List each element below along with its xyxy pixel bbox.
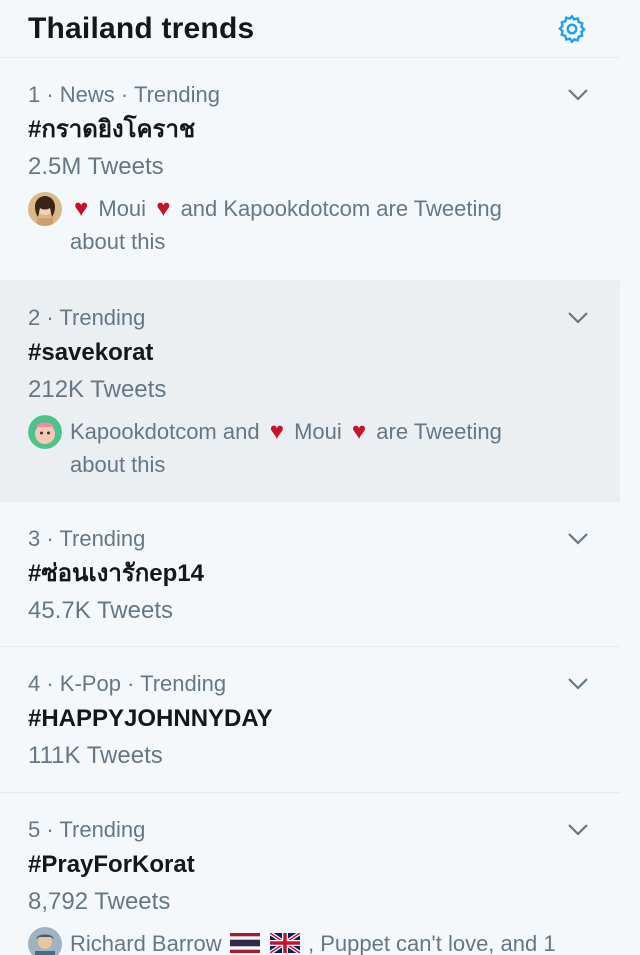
- trend-meta: 5 · Trending: [28, 817, 146, 842]
- heart-icon: ♥: [269, 418, 284, 445]
- trend-tweet-count: 8,792 Tweets: [28, 888, 171, 915]
- trend-social-context: Richard Barrow , Puppet can't love, and …: [28, 927, 590, 955]
- trends-title: Thailand trends: [28, 11, 255, 45]
- trend-name: #PrayForKorat: [28, 851, 195, 878]
- chevron-down-icon[interactable]: [566, 309, 590, 327]
- trend-meta: 3 · Trending: [28, 526, 146, 551]
- trend-social-context: ♥ Moui ♥ and Kapookdotcom are Tweeting a…: [28, 192, 590, 258]
- trend-tweet-count: 212K Tweets: [28, 376, 167, 403]
- chevron-down-icon[interactable]: [566, 530, 590, 548]
- trend-social-context: Kapookdotcom and ♥ Moui ♥ are Tweeting a…: [28, 415, 590, 481]
- social-text: and Kapookdotcom are Tweeting: [180, 196, 502, 221]
- social-text: , Puppet can't love, and 1: [307, 931, 556, 955]
- trend-meta: 1 · News · Trending: [28, 82, 220, 107]
- social-user[interactable]: Moui: [98, 196, 146, 221]
- avatar[interactable]: [28, 927, 62, 955]
- trend-name: #กราดยิงโคราช: [28, 116, 196, 143]
- trend-item-1[interactable]: 1 · News · Trending #กราดยิงโคราช 2.5M T…: [0, 58, 620, 281]
- trend-name: #savekorat: [28, 339, 154, 366]
- trend-item-2[interactable]: 2 · Trending #savekorat 212K Tweets Kapo…: [0, 281, 620, 502]
- chevron-down-icon[interactable]: [566, 821, 590, 839]
- social-user[interactable]: Moui: [294, 419, 342, 444]
- trends-header: Thailand trends: [0, 0, 620, 58]
- social-text: are Tweeting: [376, 419, 502, 444]
- heart-icon: ♥: [156, 195, 171, 222]
- heart-icon: ♥: [74, 195, 89, 222]
- trend-item-3[interactable]: 3 · Trending #ซ่อนเงารักep14 45.7K Tweet…: [0, 502, 620, 647]
- heart-icon: ♥: [351, 418, 367, 445]
- trends-panel: Thailand trends 1 · News · Trending #กรา…: [0, 0, 620, 955]
- trend-meta: 2 · Trending: [28, 305, 146, 330]
- trend-name: #HAPPYJOHNNYDAY: [28, 705, 273, 732]
- social-text: about this: [70, 229, 166, 254]
- trend-tweet-count: 111K Tweets: [28, 742, 163, 769]
- chevron-down-icon[interactable]: [566, 86, 590, 104]
- avatar[interactable]: [28, 192, 62, 226]
- settings-gear-icon[interactable]: [554, 11, 590, 47]
- chevron-down-icon[interactable]: [566, 675, 590, 693]
- avatar[interactable]: [28, 415, 62, 449]
- trend-meta: 4 · K-Pop · Trending: [28, 671, 227, 696]
- thailand-flag-icon: [229, 933, 260, 954]
- social-text: about this: [70, 452, 166, 477]
- social-user[interactable]: Richard Barrow: [70, 931, 222, 955]
- trend-tweet-count: 2.5M Tweets: [28, 153, 164, 180]
- uk-flag-icon: [269, 933, 300, 954]
- trend-name: #ซ่อนเงารักep14: [28, 560, 204, 587]
- trend-item-4[interactable]: 4 · K-Pop · Trending #HAPPYJOHNNYDAY 111…: [0, 647, 620, 793]
- trend-tweet-count: 45.7K Tweets: [28, 597, 173, 624]
- trend-item-5[interactable]: 5 · Trending #PrayForKorat 8,792 Tweets …: [0, 793, 620, 955]
- social-text[interactable]: Kapookdotcom and: [70, 419, 260, 444]
